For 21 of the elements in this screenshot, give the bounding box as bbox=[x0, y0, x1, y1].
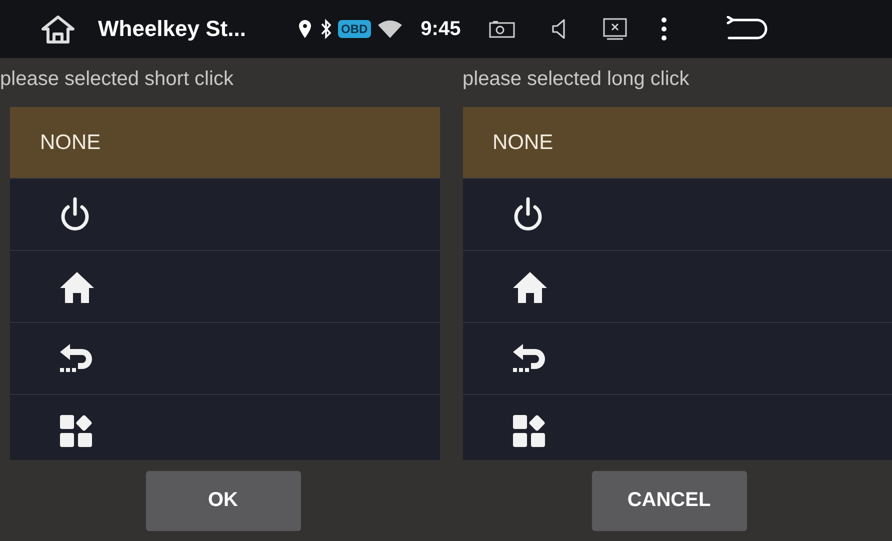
clock: 9:45 bbox=[420, 18, 461, 40]
app-title: Wheelkey St... bbox=[98, 16, 247, 42]
panel-caption: please selected long click bbox=[462, 68, 690, 91]
back-icon[interactable] bbox=[724, 16, 769, 42]
camera-icon[interactable] bbox=[488, 20, 515, 38]
more-icon[interactable] bbox=[660, 17, 667, 41]
close-window-icon[interactable] bbox=[602, 18, 627, 40]
dialog-button[interactable]: CANCEL bbox=[592, 470, 746, 530]
list-item[interactable]: NONE bbox=[462, 107, 892, 179]
home-icon[interactable] bbox=[40, 14, 76, 44]
location-pin-icon bbox=[298, 19, 312, 39]
obd-badge: OBD bbox=[338, 20, 371, 38]
apps-icon bbox=[510, 412, 546, 448]
item-label: NONE bbox=[492, 130, 554, 154]
wifi-icon bbox=[376, 19, 403, 39]
item-label: NONE bbox=[40, 130, 101, 154]
bluetooth-icon bbox=[320, 19, 332, 39]
list-item[interactable]: NONE bbox=[10, 107, 440, 179]
apps-icon bbox=[58, 412, 94, 448]
panel-caption: please selected short click bbox=[0, 68, 234, 91]
dialog-button[interactable]: OK bbox=[146, 470, 300, 530]
